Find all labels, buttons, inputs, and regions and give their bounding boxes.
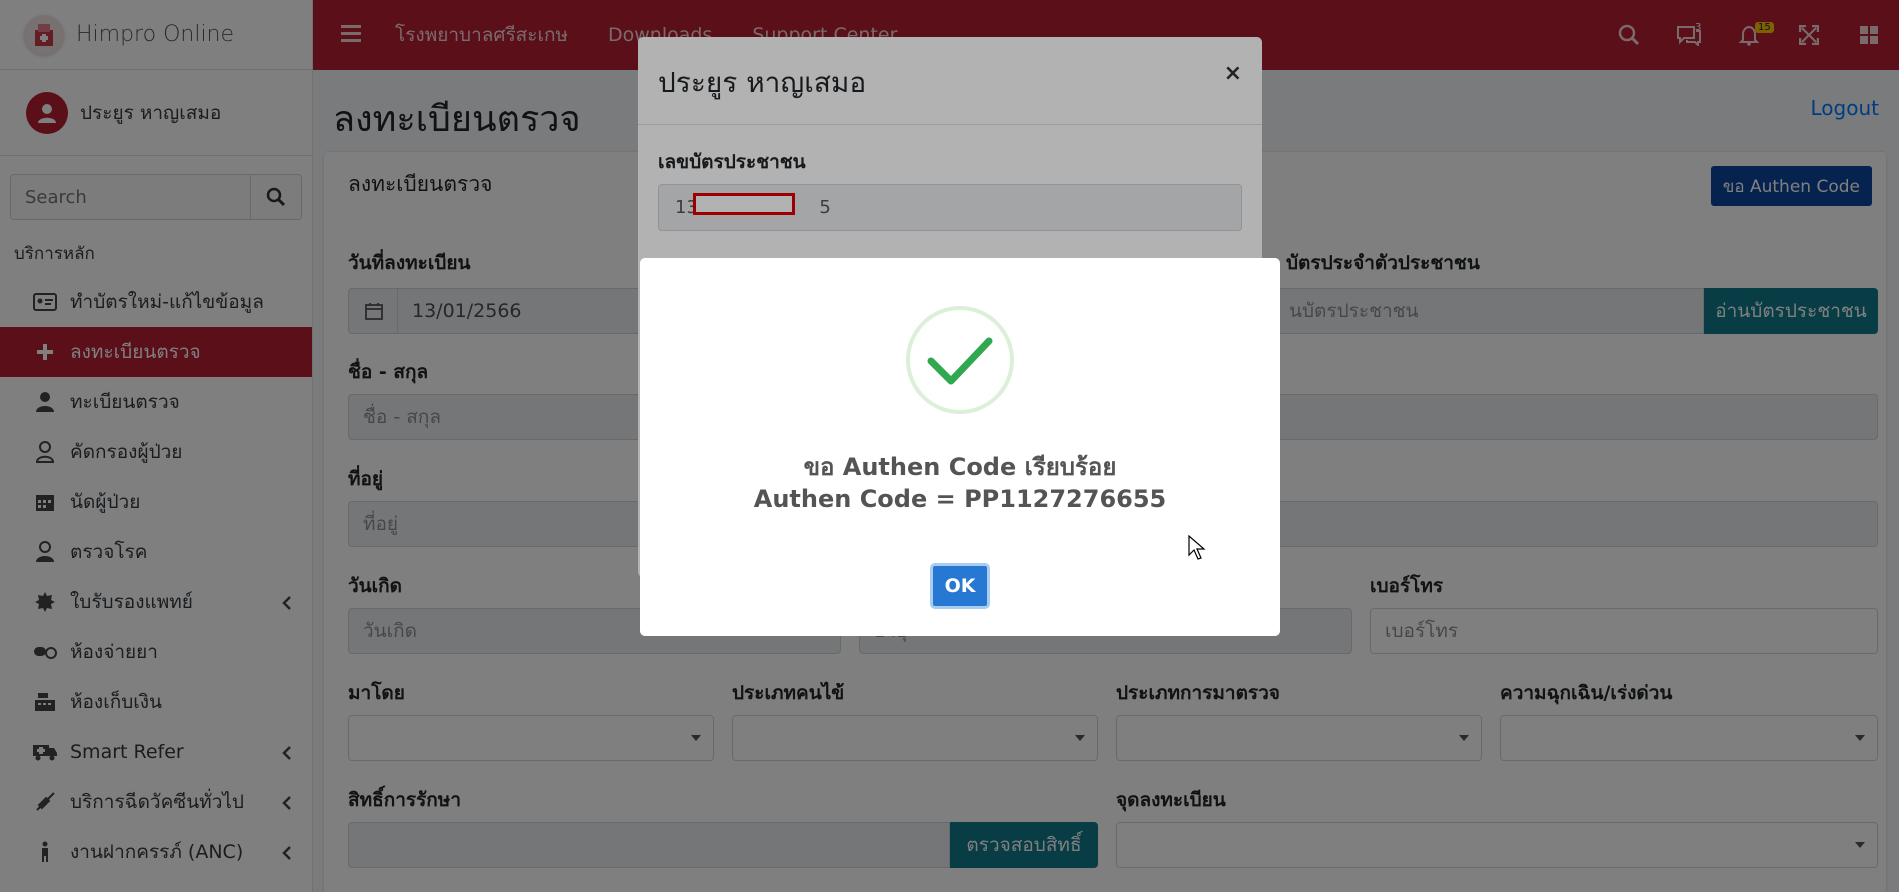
citizen-id-suffix: 5	[819, 197, 831, 218]
success-dialog: ขอ Authen Code เรียบร้อย Authen Code = P…	[640, 258, 1280, 636]
citizen-id-input[interactable]: 133 5	[658, 184, 1242, 231]
check-circle-icon	[906, 306, 1014, 414]
patient-modal-header: ประยูร หาญเสมอ ×	[638, 37, 1262, 125]
close-icon[interactable]: ×	[1224, 61, 1242, 86]
mouse-cursor-icon	[1188, 535, 1206, 560]
authen-code-text: Authen Code = PP1127276655	[753, 485, 1167, 513]
ok-button[interactable]: OK	[930, 563, 990, 609]
redaction-box	[693, 193, 795, 215]
citizen-id-label: เลขบัตรประชาชน	[658, 151, 806, 173]
success-message-line1: ขอ Authen Code เรียบร้อย	[803, 453, 1117, 481]
patient-modal-title: ประยูร หาญเสมอ	[658, 66, 867, 99]
success-message: ขอ Authen Code เรียบร้อย Authen Code = P…	[640, 451, 1280, 515]
